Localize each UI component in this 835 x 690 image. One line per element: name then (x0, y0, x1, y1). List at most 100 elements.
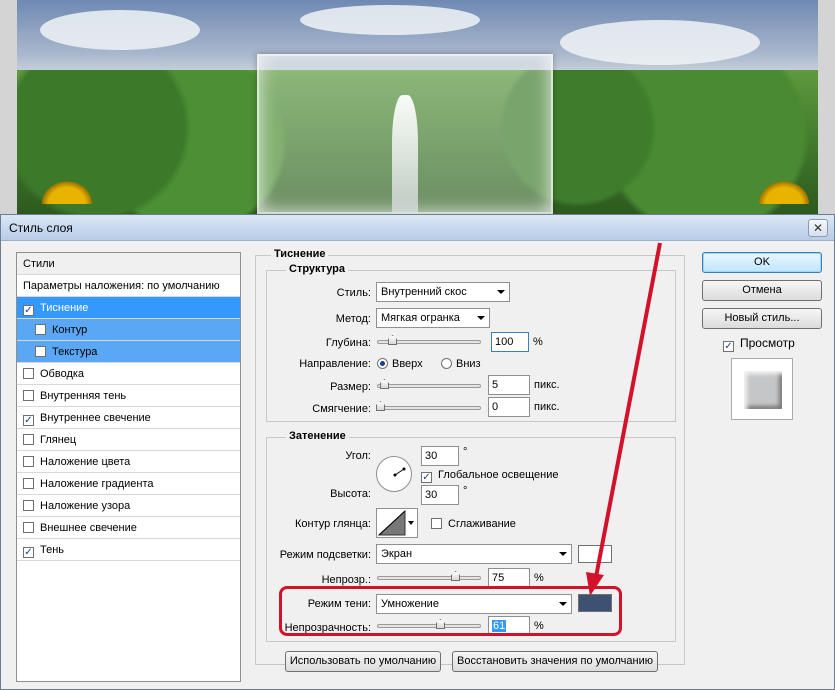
angle-dial-icon (393, 467, 406, 477)
size-input[interactable]: 5 (488, 375, 530, 395)
gloss-contour-picker[interactable] (376, 508, 418, 538)
depth-unit: % (533, 336, 543, 348)
golden-dome (755, 178, 813, 204)
highlight-opacity-label: Непрозр.: (321, 574, 371, 586)
new-style-button[interactable]: Новый стиль... (702, 308, 822, 329)
anti-aliased-label: Сглаживание (448, 518, 516, 530)
chevron-down-icon (477, 316, 485, 320)
angle-label: Угол: (345, 450, 371, 462)
highlight-opacity-slider[interactable] (377, 571, 481, 581)
checkbox-icon[interactable] (35, 346, 46, 357)
style-item-texture[interactable]: Текстура (17, 341, 240, 363)
style-item-gradient-overlay[interactable]: Наложение градиента (17, 473, 240, 495)
style-item-color-overlay[interactable]: Наложение цвета (17, 451, 240, 473)
highlight-mode-select[interactable]: Экран (376, 544, 572, 564)
checkbox-icon[interactable] (23, 522, 34, 533)
canvas-frame-right (818, 0, 835, 214)
close-icon[interactable]: ✕ (808, 219, 828, 237)
soften-input[interactable]: 0 (488, 397, 530, 417)
checkbox-icon[interactable] (23, 368, 34, 379)
style-label: Стиль: (336, 287, 371, 299)
styles-list: Стили Параметры наложения: по умолчанию … (16, 252, 241, 682)
preview-checkbox[interactable]: ✓ Просмотр (723, 336, 795, 352)
depth-input[interactable]: 100 (491, 332, 529, 352)
style-label: Обводка (40, 368, 85, 380)
checkbox-checked-icon[interactable]: ✓ (23, 415, 34, 426)
style-item-inner-shadow[interactable]: Внутренняя тень (17, 385, 240, 407)
radio-icon[interactable] (441, 358, 452, 369)
soften-slider[interactable] (376, 401, 481, 411)
global-light-checkbox[interactable]: ✓ Глобальное освещение (421, 469, 559, 483)
layer-style-dialog: Стиль слоя ✕ Стили Параметры наложения: … (0, 214, 835, 690)
size-label: Размер: (330, 381, 371, 393)
style-item-contour[interactable]: Контур (17, 319, 240, 341)
anti-aliased-checkbox[interactable]: Сглаживание (431, 518, 516, 530)
style-label: Внешнее свечение (40, 522, 137, 534)
checkbox-icon[interactable] (431, 518, 442, 529)
global-light-label: Глобальное освещение (438, 469, 559, 481)
bevel-title: Тиснение (271, 248, 329, 260)
method-value: Мягкая огранка (381, 312, 460, 324)
style-item-drop-shadow[interactable]: ✓ Тень (17, 539, 240, 561)
style-item-stroke[interactable]: Обводка (17, 363, 240, 385)
style-preview-thumbnail (731, 358, 793, 420)
size-unit: пикс. (534, 379, 560, 391)
fountain (392, 95, 418, 214)
styles-header: Стили (17, 253, 240, 275)
ok-button[interactable]: OK (702, 252, 822, 273)
method-select[interactable]: Мягкая огранка (376, 308, 490, 328)
highlight-opacity-input[interactable]: 75 (488, 568, 530, 588)
checkbox-icon[interactable] (35, 324, 46, 335)
reset-to-default-button[interactable]: Восстановить значения по умолчанию (452, 651, 658, 672)
direction-label: Направление: (299, 358, 371, 370)
style-item-pattern-overlay[interactable]: Наложение узора (17, 495, 240, 517)
highlight-color-swatch[interactable] (578, 545, 612, 563)
style-item-inner-glow[interactable]: ✓ Внутреннее свечение (17, 407, 240, 429)
style-item-bevel[interactable]: ✓ Тиснение (17, 297, 240, 319)
style-label: Наложение градиента (40, 478, 154, 490)
style-label: Наложение цвета (40, 456, 131, 468)
angle-input[interactable]: 30 (421, 446, 459, 466)
blending-options[interactable]: Параметры наложения: по умолчанию (17, 275, 240, 297)
highlight-mode-value: Экран (381, 548, 413, 560)
checkbox-icon[interactable] (23, 456, 34, 467)
style-label: Глянец (40, 434, 77, 446)
checkbox-icon[interactable] (23, 500, 34, 511)
cancel-button[interactable]: Отмена (702, 280, 822, 301)
soften-unit: пикс. (534, 401, 560, 413)
make-default-button[interactable]: Использовать по умолчанию (285, 651, 441, 672)
golden-dome (38, 178, 96, 204)
soften-label: Смягчение: (312, 403, 371, 415)
depth-slider[interactable] (377, 335, 481, 345)
radio-label: Вверх (392, 358, 423, 370)
checkbox-checked-icon[interactable]: ✓ (23, 305, 34, 316)
style-item-satin[interactable]: Глянец (17, 429, 240, 451)
canvas-frame-left (0, 0, 17, 214)
style-select[interactable]: Внутренний скос (376, 282, 510, 302)
dialog-title: Стиль слоя (9, 221, 73, 235)
titlebar: Стиль слоя ✕ (1, 215, 834, 241)
checkbox-icon[interactable] (23, 434, 34, 445)
checkbox-checked-icon[interactable]: ✓ (421, 472, 432, 483)
direction-up-radio[interactable]: Вверх (377, 358, 423, 370)
style-item-outer-glow[interactable]: Внешнее свечение (17, 517, 240, 539)
altitude-input[interactable]: 30 (421, 485, 459, 505)
style-label: Тиснение (40, 302, 89, 314)
angle-dial[interactable] (376, 456, 412, 492)
checkbox-icon[interactable] (23, 390, 34, 401)
checkbox-icon[interactable] (23, 478, 34, 489)
chevron-down-icon (497, 290, 505, 294)
size-slider[interactable] (377, 379, 481, 389)
checkbox-checked-icon[interactable]: ✓ (23, 547, 34, 558)
radio-selected-icon[interactable] (377, 358, 388, 369)
annotation-highlight-box (279, 586, 622, 636)
method-label: Метод: (335, 313, 371, 325)
direction-down-radio[interactable]: Вниз (441, 358, 481, 370)
gloss-contour-label: Контур глянца: (294, 518, 371, 530)
preview-label: Просмотр (740, 336, 795, 350)
style-label: Внутреннее свечение (40, 412, 151, 424)
cloud (40, 10, 200, 50)
checkbox-checked-icon[interactable]: ✓ (723, 341, 734, 352)
radio-label: Вниз (456, 358, 481, 370)
style-label: Наложение узора (40, 500, 131, 512)
